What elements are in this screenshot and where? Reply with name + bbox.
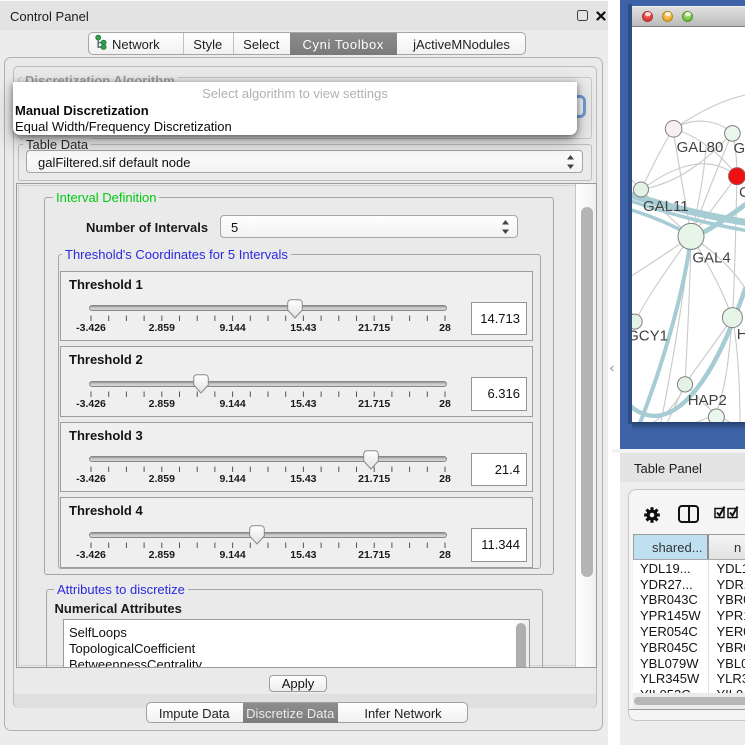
svg-text:H: H: [737, 326, 745, 343]
svg-text:GAL4: GAL4: [692, 250, 730, 267]
svg-text:GA: GA: [734, 140, 745, 157]
svg-text:HAP2: HAP2: [688, 392, 727, 409]
svg-text:C: C: [739, 184, 745, 201]
svg-text:GAL80: GAL80: [677, 139, 724, 156]
svg-text:GAL11: GAL11: [643, 198, 689, 215]
svg-text:GCY1: GCY1: [632, 328, 668, 345]
